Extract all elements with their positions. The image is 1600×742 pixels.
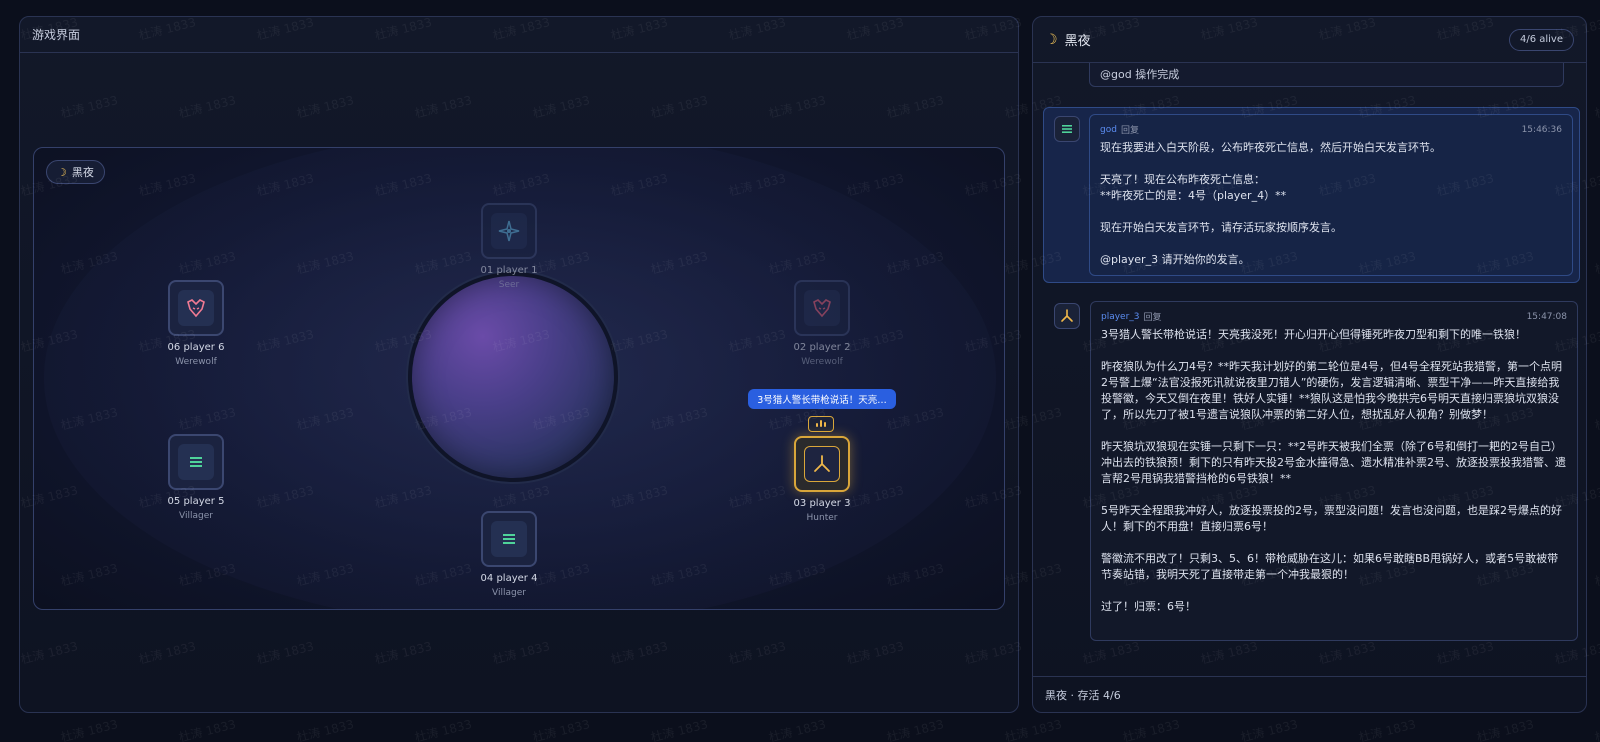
center-table: [408, 272, 618, 482]
chat-panel: ☽ 黑夜 4/6 alive @god 操作完成 god 回复 15:46:36: [1032, 16, 1587, 713]
watermark-text: 杜涛 1833: [59, 717, 120, 742]
chat-footer: 黑夜 · 存活 4/6: [1033, 676, 1586, 712]
watermark-text: 杜涛 1833: [767, 717, 828, 742]
player-name: 05 player 5: [167, 496, 225, 507]
message-text: 现在我要进入白天阶段，公布昨夜死亡信息，然后开始白天发言环节。 天亮了！现在公布…: [1100, 141, 1441, 266]
message-time: 15:46:36: [1521, 124, 1562, 135]
message-stub: @god 操作完成: [1089, 63, 1564, 87]
phase-label: 黑夜: [71, 166, 94, 179]
message-header: god 回复 15:46:36: [1100, 123, 1562, 137]
game-panel-header: 游戏界面: [20, 17, 1018, 53]
player-name: 03 player 3: [793, 498, 851, 509]
watermark-text: 杜涛 1833: [649, 717, 710, 742]
watermark-text: 杜涛 1833: [177, 717, 238, 742]
watermark-text: 杜涛 1833: [1121, 717, 1182, 742]
player-role: Seer: [498, 280, 520, 290]
player-role: Werewolf: [801, 357, 843, 367]
watermark-text: 杜涛 1833: [531, 717, 592, 742]
watermark-text: 杜涛 1833: [413, 717, 474, 742]
player3-avatar: [1054, 303, 1080, 329]
game-panel-title: 游戏界面: [32, 28, 81, 42]
watermark-text: 杜涛 1833: [1357, 717, 1418, 742]
status-footer-text: 黑夜 · 存活 4/6: [1045, 688, 1121, 702]
chat-messages[interactable]: @god 操作完成 god 回复 15:46:36 现在我要进入白天阶段，公布昨…: [1033, 63, 1586, 667]
seer-star-icon: [498, 220, 520, 242]
player-tile[interactable]: [481, 511, 537, 567]
hunter-icon: [814, 455, 830, 472]
player-tile[interactable]: [168, 434, 224, 490]
message-author[interactable]: god: [1100, 125, 1117, 135]
god-message-card: god 回复 15:46:36 现在我要进入白天阶段，公布昨夜死亡信息，然后开始…: [1043, 107, 1580, 283]
watermark-text: 杜涛 1833: [1593, 561, 1600, 589]
watermark-text: 杜涛 1833: [1593, 717, 1600, 742]
menu-lines-icon: [1062, 125, 1072, 133]
player-tile[interactable]: [794, 280, 850, 336]
player-role: Werewolf: [175, 357, 217, 367]
player-tile[interactable]: [481, 203, 537, 259]
alive-count-badge: 4/6 alive: [1508, 28, 1574, 51]
chat-header: ☽ 黑夜 4/6 alive: [1033, 17, 1586, 63]
game-stage: ☽ 黑夜 01 player 1 Seer 02 player 2 Werewo…: [33, 147, 1005, 610]
god-message-body: god 回复 15:46:36 现在我要进入白天阶段，公布昨夜死亡信息，然后开始…: [1089, 114, 1573, 276]
watermark-text: 杜涛 1833: [1239, 717, 1300, 742]
player3-message-body: player_3 回复 15:47:08 3号猎人警长带枪说话！天亮我没死！开心…: [1090, 301, 1578, 641]
player-seat-5[interactable]: 05 player 5 Villager: [141, 434, 251, 521]
player-role: Villager: [179, 511, 213, 521]
villager-icon: [190, 457, 202, 467]
message-text: 3号猎人警长带枪说话！天亮我没死！开心归开心但得锤死昨夜刀型和剩下的唯一铁狼！ …: [1101, 328, 1566, 613]
player-name: 01 player 1: [480, 265, 538, 276]
moon-icon: ☽: [57, 165, 67, 179]
player-seat-3[interactable]: 03 player 3 Hunter: [767, 436, 877, 523]
player-name: 04 player 4: [480, 573, 538, 584]
game-panel: 游戏界面 ☽ 黑夜 01 player 1 Seer 02 player 2 W…: [19, 16, 1019, 713]
message-time: 15:47:08: [1526, 311, 1567, 322]
player-tile[interactable]: [794, 436, 850, 492]
chat-title: ☽ 黑夜: [1045, 30, 1091, 50]
player-role: Villager: [492, 588, 526, 598]
message-author[interactable]: player_3: [1101, 312, 1140, 322]
player-name: 02 player 2: [793, 342, 851, 353]
watermark-text: 杜涛 1833: [295, 717, 356, 742]
player-seat-6[interactable]: 06 player 6 Werewolf: [141, 280, 251, 367]
villager-icon: [503, 534, 515, 544]
reply-link[interactable]: 回复: [1144, 310, 1162, 323]
player-tile[interactable]: [168, 280, 224, 336]
watermark-text: 杜涛 1833: [1593, 93, 1600, 121]
werewolf-icon: [813, 299, 831, 318]
reply-link[interactable]: 回复: [1121, 123, 1139, 136]
watermark-text: 杜涛 1833: [1593, 405, 1600, 433]
player-role: Hunter: [806, 513, 838, 523]
werewolf-icon: [187, 299, 205, 318]
phase-indicator: ☽ 黑夜: [46, 160, 105, 184]
hunter-icon: [1061, 309, 1073, 322]
god-avatar: [1054, 116, 1080, 142]
message-header: player_3 回复 15:47:08: [1101, 310, 1567, 324]
watermark-text: 杜涛 1833: [1003, 717, 1064, 742]
watermark-text: 杜涛 1833: [1475, 717, 1536, 742]
speaking-indicator-icon: [808, 416, 834, 432]
watermark-text: 杜涛 1833: [1593, 249, 1600, 277]
player-seat-1[interactable]: 01 player 1 Seer: [454, 203, 564, 290]
chat-title-text: 黑夜: [1064, 34, 1091, 49]
player-name: 06 player 6: [167, 342, 225, 353]
moon-icon: ☽: [1045, 31, 1058, 48]
watermark-text: 杜涛 1833: [885, 717, 946, 742]
message-stub-text: @god 操作完成: [1100, 68, 1180, 81]
player-seat-2[interactable]: 02 player 2 Werewolf: [767, 280, 877, 367]
player-seat-4[interactable]: 04 player 4 Villager: [454, 511, 564, 598]
speech-bubble: 3号猎人警长带枪说话！天亮…: [748, 389, 896, 409]
